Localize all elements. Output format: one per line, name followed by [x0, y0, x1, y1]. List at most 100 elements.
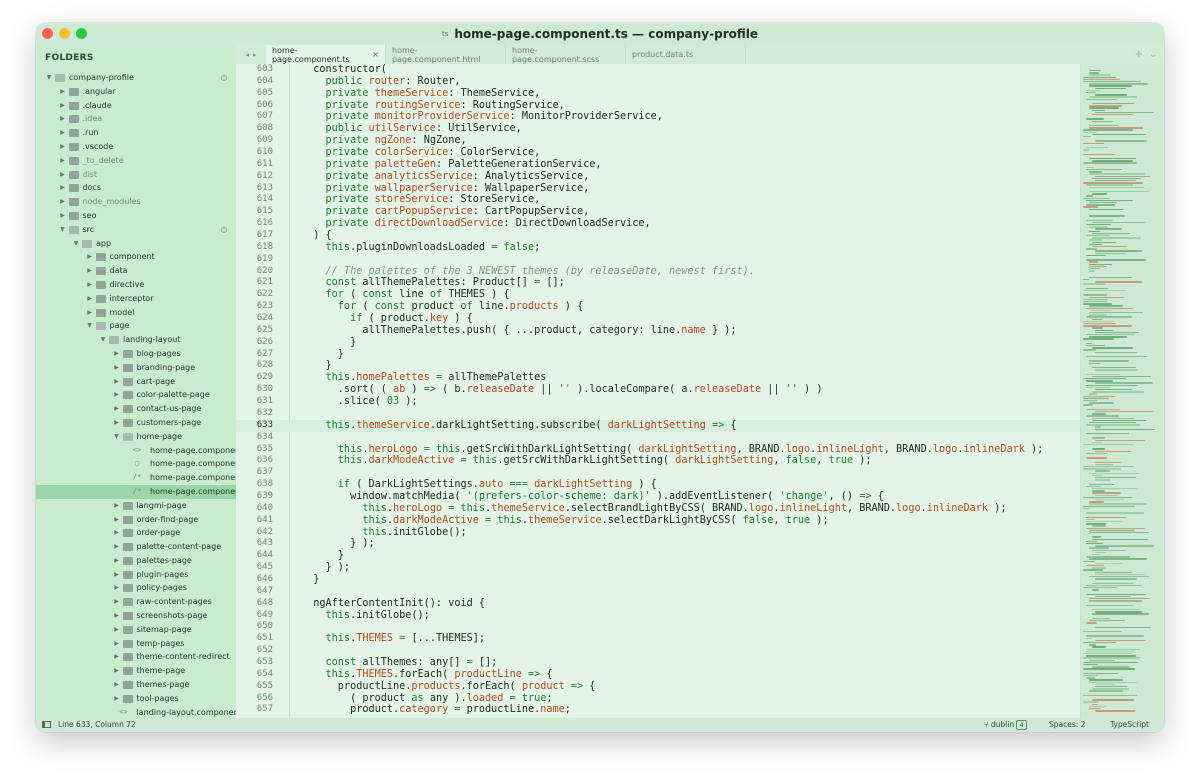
tree-folder[interactable]: ▼ page [36, 319, 236, 333]
chevron-right-icon[interactable]: ▶ [86, 306, 94, 320]
tree-file[interactable]: <> landing-layout.component.html [36, 706, 236, 718]
tree-folder[interactable]: ▶ sitemap-page [36, 623, 236, 637]
code-line[interactable]: 648 ngAfterContentInit(): void { [236, 598, 1080, 610]
chevron-right-icon[interactable]: ▶ [113, 347, 121, 361]
editor-tab[interactable]: product.data.ts [626, 45, 746, 64]
tree-folder[interactable]: ▶ color-palette-page [36, 388, 236, 402]
code-line[interactable]: 651 this.THEMES = [...THEMES]; [236, 633, 1080, 645]
chevron-right-icon[interactable]: ▶ [113, 650, 121, 664]
code-line[interactable]: 636 this.darkModeActive = this.getSrcWit… [236, 455, 1080, 467]
code-line[interactable]: 653 const allThemes: any[] = []; [236, 657, 1080, 669]
tree-folder[interactable]: ▶ contact-us-page [36, 402, 236, 416]
code-line[interactable]: 621 const allThemePalettes: Product[] = … [236, 277, 1080, 289]
tree-folder[interactable]: ▼ landing-layout [36, 333, 236, 347]
tree-folder[interactable]: ▶ theme-page [36, 664, 236, 678]
code-line[interactable]: 639 window.matchMedia( '(prefers-color-s… [236, 491, 1080, 503]
code-line[interactable]: 614 private storeService: StoreService, [236, 194, 1080, 206]
chevron-right-icon[interactable]: ▶ [113, 637, 121, 651]
tree-folder[interactable]: ▶ dist [36, 168, 236, 182]
tree-folder[interactable]: ▶ blog-pages [36, 347, 236, 361]
chevron-down-icon[interactable]: ▼ [86, 319, 94, 333]
chevron-right-icon[interactable]: ▶ [113, 499, 121, 513]
close-window-button[interactable] [42, 28, 53, 39]
tree-folder[interactable]: ▶ policy-pages [36, 581, 236, 595]
chevron-down-icon[interactable]: ▼ [99, 333, 107, 347]
chevron-right-icon[interactable]: ▶ [113, 388, 121, 402]
minimize-window-button[interactable] [59, 28, 70, 39]
chevron-right-icon[interactable]: ▶ [59, 140, 67, 154]
code-editor[interactable]: 603 constructor(604 public router: Route… [236, 64, 1080, 718]
git-branch[interactable]: ⑂ dublin 4 [984, 718, 1027, 732]
chevron-right-icon[interactable]: ▶ [113, 540, 121, 554]
code-line[interactable]: 604 public router: Router, [236, 76, 1080, 88]
tab-nav-left-icon[interactable]: ◂ [245, 51, 249, 59]
new-tab-icon[interactable]: + [1135, 49, 1143, 60]
code-line[interactable]: 616 private directDownloadService: Direc… [236, 218, 1080, 230]
chevron-right-icon[interactable]: ▶ [59, 154, 67, 168]
code-line[interactable]: 644 } [236, 550, 1080, 562]
code-line[interactable]: 606 private routingService: RoutingServi… [236, 100, 1080, 112]
code-line[interactable]: 612 private analyticsService: AnalyticsS… [236, 171, 1080, 183]
editor-tab[interactable]: home-page.component.ts × [266, 45, 386, 64]
minimap[interactable] [1080, 64, 1164, 718]
tree-folder[interactable]: ▶ component [36, 250, 236, 264]
chevron-right-icon[interactable]: ▶ [113, 361, 121, 375]
code-line[interactable]: 610 private colorService: ColorService, [236, 147, 1080, 159]
tree-folder[interactable]: ▶ plugin-pages [36, 568, 236, 582]
chevron-right-icon[interactable]: ▶ [113, 513, 121, 527]
code-line[interactable]: 645 } ); [236, 562, 1080, 574]
chevron-right-icon[interactable]: ▶ [113, 416, 121, 430]
tree-folder[interactable]: ▶ branding-page [36, 361, 236, 375]
tab-overflow-icon[interactable]: ⌄ [1149, 49, 1157, 60]
tab-close-icon[interactable]: × [372, 50, 379, 59]
tab-nav-right-icon[interactable]: ▸ [253, 51, 257, 59]
chevron-right-icon[interactable]: ▶ [113, 609, 121, 623]
tree-folder[interactable]: ▶ _to_delete [36, 154, 236, 168]
code-line[interactable]: 643 } ); [236, 538, 1080, 550]
chevron-right-icon[interactable]: ▶ [113, 595, 121, 609]
editor-tab[interactable]: home-page.component.scss [506, 45, 626, 64]
tree-folder[interactable]: ▼ home-page [36, 430, 236, 444]
code-line[interactable]: 615 private cartPopupService: CartPopupS… [236, 206, 1080, 218]
sidebar-toggle-icon[interactable] [42, 718, 51, 732]
code-line[interactable]: 620 // The palettes of the 3 NEWEST them… [236, 266, 1080, 278]
tree-folder[interactable]: ▶ cart-page [36, 375, 236, 389]
code-line[interactable]: 608 public utilService: UtilService, [236, 123, 1080, 135]
cursor-position[interactable]: Line 633, Column 72 [58, 718, 136, 732]
chevron-right-icon[interactable]: ▶ [113, 678, 121, 692]
code-line[interactable]: 626 } [236, 337, 1080, 349]
tree-file[interactable]: /* home-page.component.spec.ts [36, 471, 236, 485]
code-line[interactable]: 637 [236, 467, 1080, 479]
code-line[interactable]: 613 private wallpaperService: WallpaperS… [236, 183, 1080, 195]
code-line[interactable]: 618 this.pluginDownloadsLoaded = false; [236, 242, 1080, 254]
tree-folder[interactable]: ▼ company-profile [36, 71, 236, 85]
code-line[interactable]: 640 this.heroLogo = this.themeService.se… [236, 503, 1080, 515]
zoom-window-button[interactable] [76, 28, 87, 39]
code-line[interactable]: 642 this.initGlobe(); [236, 527, 1080, 539]
tree-file[interactable]: <> home-page.component.html [36, 444, 236, 458]
code-line[interactable]: 638 if ( DarkLightSettings.auto === dark… [236, 479, 1080, 491]
chevron-right-icon[interactable]: ▶ [59, 168, 67, 182]
code-line[interactable]: 633 this.themeService.darkLightSetting.s… [236, 419, 1080, 432]
chevron-down-icon[interactable]: ▼ [72, 237, 80, 251]
chevron-right-icon[interactable]: ▶ [113, 568, 121, 582]
code-line[interactable]: 649 this.initGlobe(); [236, 610, 1080, 622]
code-line[interactable]: 647 [236, 586, 1080, 598]
code-line[interactable]: 611 private paletteGen: PaletteGeneratio… [236, 159, 1080, 171]
chevron-right-icon[interactable]: ▶ [59, 126, 67, 140]
code-line[interactable]: 635 this.heroLogo = this.getSrcWithDarkL… [236, 444, 1080, 456]
code-line[interactable]: 627 } [236, 349, 1080, 361]
tree-file[interactable]: ▢ home-page.component.scss [36, 457, 236, 471]
tree-folder[interactable]: ▶ .angular [36, 85, 236, 99]
tree-folder[interactable]: ▶ .vscode [36, 140, 236, 154]
tree-file[interactable]: /* home-page.component.ts [36, 484, 236, 499]
tree-folder[interactable]: ▶ palettes-page [36, 554, 236, 568]
code-line[interactable]: 630 .sort( ( ab ) => ( b.releaseDate || … [236, 384, 1080, 396]
code-line[interactable]: 609 private ngZone: NgZone, [236, 135, 1080, 147]
tree-folder[interactable]: ▶ data [36, 264, 236, 278]
tree-folder[interactable]: ▶ model [36, 306, 236, 320]
tree-folder[interactable]: ▶ .claude [36, 99, 236, 113]
code-line[interactable]: 622 for ( const line of THEMES ) { [236, 289, 1080, 301]
code-line[interactable]: 603 constructor( [236, 64, 1080, 76]
code-line[interactable]: 605 private themeService: ThemeService, [236, 88, 1080, 100]
